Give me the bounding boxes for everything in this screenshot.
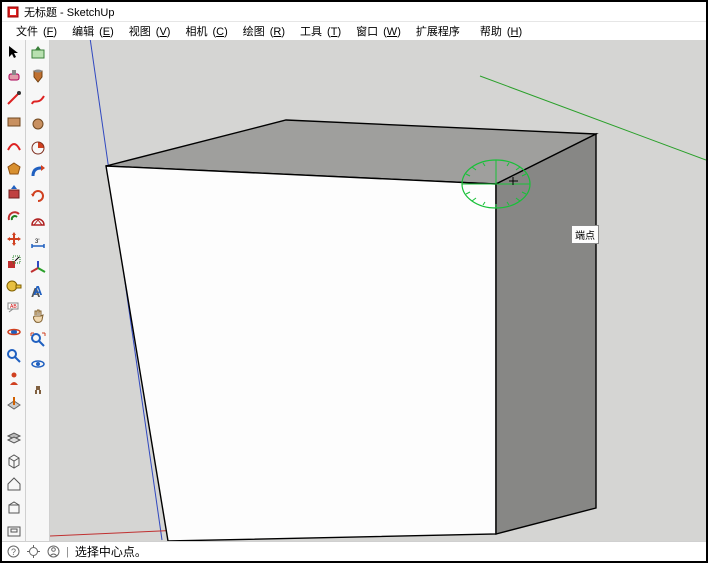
section-tool-icon[interactable] (4, 393, 24, 412)
pushpull-tool-icon[interactable] (4, 182, 24, 201)
help-icon[interactable]: ? (6, 545, 20, 559)
statusbar: ? | 选择中心点。 (2, 541, 706, 561)
pan-tool-icon[interactable] (28, 306, 48, 326)
menu-camera[interactable]: 相机(C) (175, 23, 232, 39)
scale-tool-icon[interactable] (4, 253, 24, 272)
svg-text:AB: AB (10, 304, 17, 310)
titlebar: 无标题 - SketchUp (2, 2, 706, 22)
offset-tool-icon[interactable] (4, 206, 24, 225)
geolocate-icon[interactable] (26, 545, 40, 559)
component-tool-icon[interactable] (28, 42, 48, 62)
menu-view[interactable]: 视图(V) (119, 23, 176, 39)
inference-tooltip: 端点 (571, 225, 599, 244)
zoom-extents-tool-icon[interactable] (28, 330, 48, 350)
scene-svg (50, 40, 706, 541)
freehand-tool-icon[interactable] (28, 90, 48, 110)
text-tool-icon[interactable]: AB (4, 299, 24, 318)
menu-draw[interactable]: 绘图(R) (233, 23, 290, 39)
menu-edit[interactable]: 编辑(E) (62, 23, 119, 39)
menu-help[interactable]: 帮助(H) (470, 23, 527, 39)
axes-tool-icon[interactable] (28, 258, 48, 278)
box-panel-icon[interactable] (4, 451, 24, 470)
move-tool-icon[interactable] (4, 229, 24, 248)
protractor-tool-icon[interactable] (28, 210, 48, 230)
menubar: 文件(F) 编辑(E) 视图(V) 相机(C) 绘图(R) 工具(T) 窗口(W… (2, 22, 706, 40)
credit-icon[interactable] (46, 545, 60, 559)
pie-tool-icon[interactable] (28, 138, 48, 158)
svg-text:A: A (33, 284, 43, 298)
carton-panel-icon[interactable] (4, 498, 24, 517)
rectangle-tool-icon[interactable] (4, 112, 24, 131)
viewport[interactable]: 端点 (50, 40, 706, 541)
polygon-tool-icon[interactable] (4, 159, 24, 178)
followme-tool-icon[interactable] (28, 162, 48, 182)
status-text: 选择中心点。 (75, 543, 147, 560)
paint-tool-icon[interactable] (28, 66, 48, 86)
svg-text:?: ? (11, 547, 16, 557)
rotate-tool-icon[interactable] (28, 186, 48, 206)
select-tool-icon[interactable] (4, 42, 24, 61)
window-title: 无标题 - SketchUp (24, 4, 114, 20)
cube-model (106, 120, 596, 541)
position-camera-tool-icon[interactable] (4, 369, 24, 388)
menu-ext[interactable]: 扩展程序 (406, 23, 470, 39)
toolbar-col-1: AB (2, 40, 26, 541)
register-panel-icon[interactable] (4, 522, 24, 541)
body: AB 3' AA (2, 40, 706, 541)
tape-tool-icon[interactable] (4, 276, 24, 295)
zoom-tool-icon[interactable] (4, 346, 24, 365)
eraser-tool-icon[interactable] (4, 65, 24, 84)
line-tool-icon[interactable] (4, 89, 24, 108)
home-panel-icon[interactable] (4, 475, 24, 494)
orbit-tool-icon[interactable] (4, 323, 24, 342)
svg-text:3': 3' (35, 239, 39, 245)
arc-tool-icon[interactable] (4, 136, 24, 155)
layers-panel-icon[interactable] (4, 428, 24, 447)
circle-tool-icon[interactable] (28, 114, 48, 134)
dimension-tool-icon[interactable]: 3' (28, 234, 48, 254)
menu-window[interactable]: 窗口(W) (346, 23, 406, 39)
3dtext-tool-icon[interactable]: AA (28, 282, 48, 302)
menu-tools[interactable]: 工具(T) (290, 23, 346, 39)
walk-tool-icon[interactable] (28, 378, 48, 398)
lookaround-tool-icon[interactable] (28, 354, 48, 374)
app-icon (6, 5, 20, 19)
menu-file[interactable]: 文件(F) (6, 23, 62, 39)
toolbar-col-2: 3' AA (26, 40, 50, 541)
app-window: 无标题 - SketchUp 文件(F) 编辑(E) 视图(V) 相机(C) 绘… (0, 0, 708, 563)
